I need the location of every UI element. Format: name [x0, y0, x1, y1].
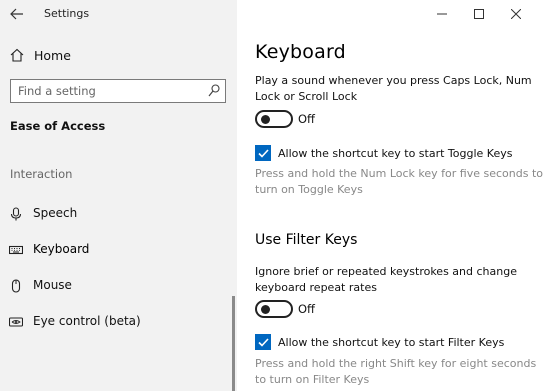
toggle-keys-shortcut-help: Press and hold the Num Lock key for five…	[255, 167, 543, 196]
filter-keys-shortcut-label[interactable]: Allow the shortcut key to start Filter K…	[278, 336, 504, 349]
main-content: Keyboard Play a sound whenever you press…	[237, 0, 550, 391]
filter-keys-state: Off	[298, 302, 315, 316]
back-button[interactable]	[6, 4, 28, 24]
toggle-keys-state: Off	[298, 112, 315, 126]
back-arrow-icon	[10, 8, 23, 20]
sidebar: Settings Home Ease of Access Interaction…	[0, 0, 237, 391]
checkmark-icon	[257, 148, 269, 158]
close-button[interactable]	[506, 4, 526, 24]
mouse-icon	[11, 279, 21, 293]
category-title: Ease of Access	[10, 119, 106, 133]
maximize-icon	[474, 9, 484, 19]
checkmark-icon	[257, 337, 269, 347]
minimize-button[interactable]	[432, 4, 452, 24]
sidebar-item-label: Speech	[33, 206, 78, 220]
eye-control-icon	[9, 317, 23, 327]
settings-window: Settings Home Ease of Access Interaction…	[0, 0, 550, 391]
close-icon	[511, 9, 521, 19]
sidebar-item-mouse[interactable]: Mouse	[0, 272, 237, 300]
sidebar-scrollbar[interactable]	[232, 296, 235, 391]
toggle-keys-shortcut-checkbox[interactable]	[255, 145, 271, 161]
search-icon[interactable]	[208, 84, 220, 98]
nav-home-label: Home	[34, 48, 71, 63]
keyboard-icon	[9, 245, 23, 255]
window-controls	[410, 0, 550, 28]
filter-keys-shortcut-checkbox[interactable]	[255, 334, 271, 350]
sidebar-item-eye-control[interactable]: Eye control (beta)	[0, 308, 237, 336]
toggle-keys-shortcut-label[interactable]: Allow the shortcut key to start Toggle K…	[278, 147, 512, 160]
search-input[interactable]	[18, 83, 198, 98]
filter-keys-description: Ignore brief or repeated keystrokes and …	[255, 265, 517, 294]
toggle-keys-switch[interactable]	[255, 110, 293, 128]
nav-home[interactable]: Home	[0, 42, 237, 70]
filter-keys-shortcut-help: Press and hold the right Shift key for e…	[255, 357, 537, 386]
filter-keys-heading: Use Filter Keys	[255, 232, 358, 248]
sidebar-item-label: Eye control (beta)	[33, 314, 141, 328]
minimize-icon	[437, 13, 447, 15]
sidebar-item-label: Mouse	[33, 278, 72, 292]
maximize-button[interactable]	[469, 4, 489, 24]
titlebar-left: Settings	[0, 0, 237, 28]
toggle-keys-description: Play a sound whenever you press Caps Loc…	[255, 74, 532, 103]
sidebar-item-speech[interactable]: Speech	[0, 200, 237, 228]
filter-keys-switch[interactable]	[255, 300, 293, 318]
microphone-icon	[10, 207, 22, 221]
home-icon	[10, 48, 24, 62]
toggle-knob	[261, 305, 270, 314]
search-box[interactable]	[10, 79, 226, 103]
sidebar-item-keyboard[interactable]: Keyboard	[0, 236, 237, 264]
toggle-knob	[261, 115, 270, 124]
window-title: Settings	[44, 7, 90, 20]
section-label: Interaction	[10, 167, 73, 181]
page-title: Keyboard	[255, 41, 346, 63]
sidebar-item-label: Keyboard	[33, 242, 90, 256]
